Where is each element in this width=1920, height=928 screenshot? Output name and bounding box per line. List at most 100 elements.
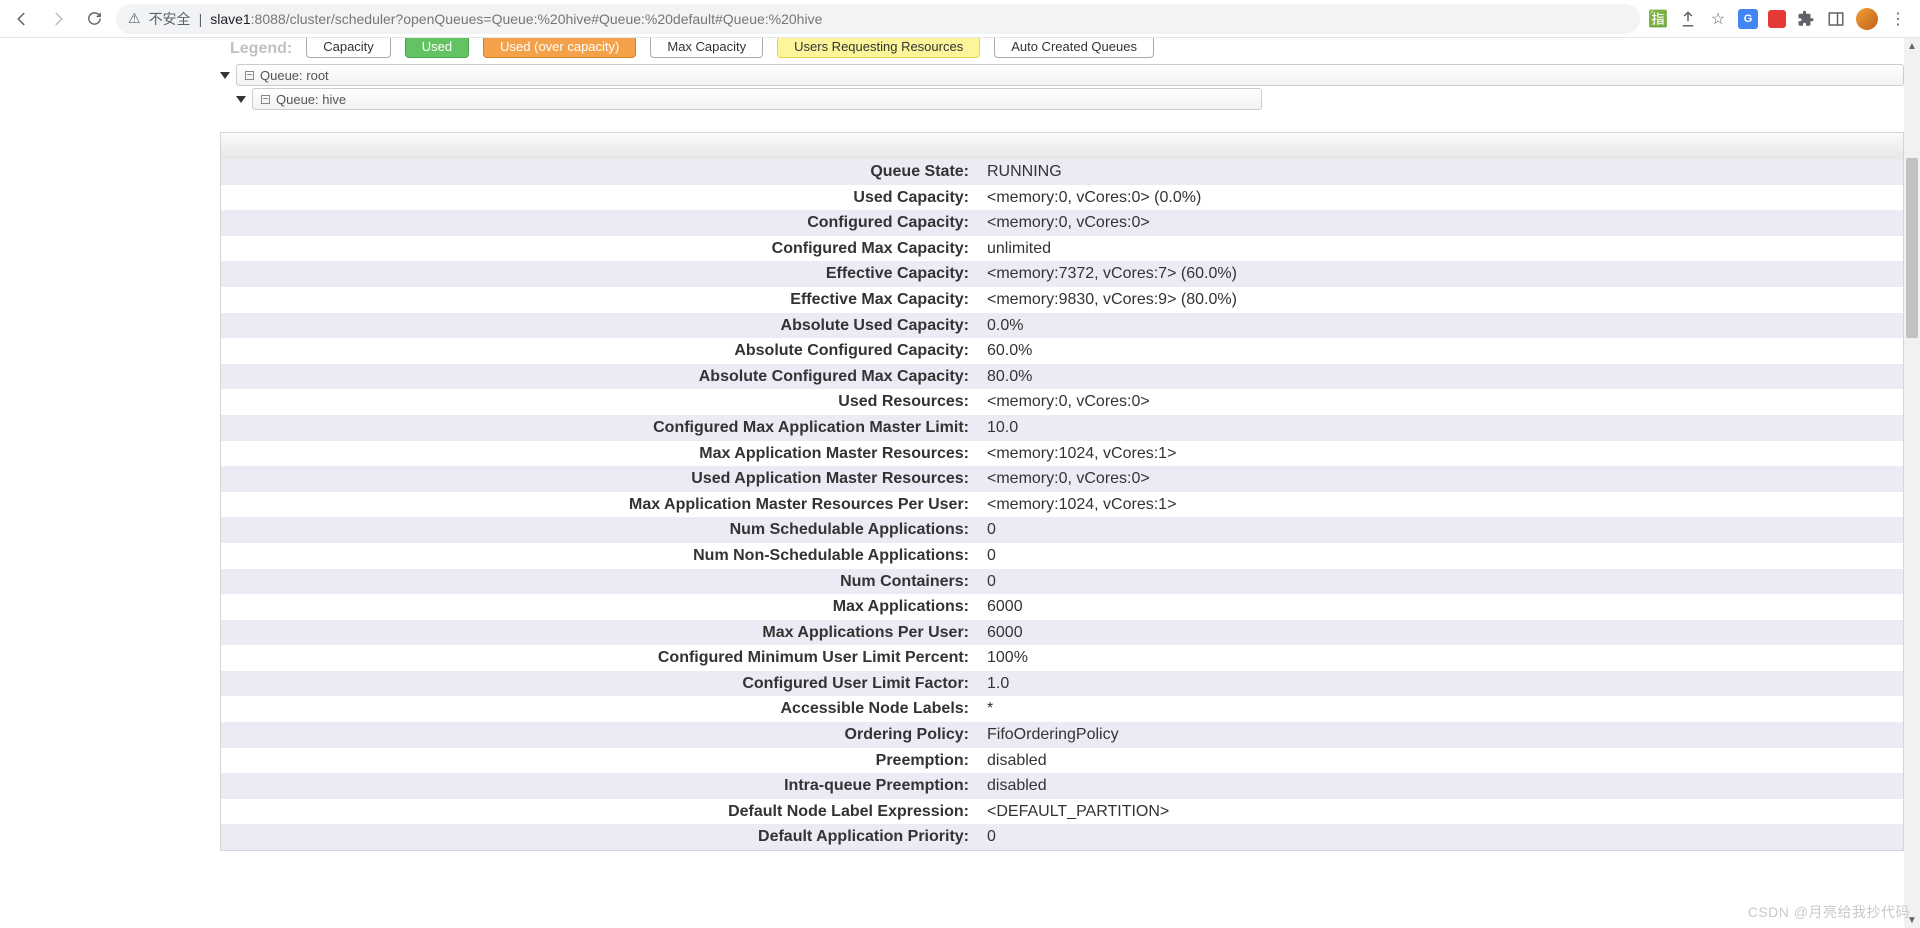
detail-key: Max Applications Per User: (221, 620, 981, 646)
queue-hive-toggle[interactable] (236, 96, 246, 103)
table-row: Intra-queue Preemption:disabled (221, 773, 1903, 799)
queue-hive-label: Queue: hive (276, 92, 346, 107)
insecure-icon: ⚠ (128, 10, 141, 27)
detail-value: 0 (981, 543, 1903, 569)
detail-key: Num Containers: (221, 569, 981, 595)
kebab-menu-icon[interactable]: ⋮ (1888, 9, 1908, 29)
url-text: slave1:8088/cluster/scheduler?openQueues… (210, 11, 822, 27)
toolbar-actions: 🈯 ☆ G ⋮ (1648, 8, 1912, 30)
detail-key: Max Applications: (221, 594, 981, 620)
detail-value: <memory:1024, vCores:1> (981, 441, 1903, 467)
page-viewport: Legend: Capacity Used Used (over capacit… (0, 38, 1920, 928)
detail-value: * (981, 696, 1903, 722)
share-icon[interactable] (1678, 9, 1698, 29)
translate-icon[interactable]: 🈯 (1648, 9, 1668, 29)
table-row: Max Application Master Resources Per Use… (221, 492, 1903, 518)
star-icon[interactable]: ☆ (1708, 9, 1728, 29)
detail-key: Queue State: (221, 159, 981, 185)
table-row: Default Application Priority:0 (221, 824, 1903, 850)
detail-value: 0 (981, 517, 1903, 543)
queue-root-label: Queue: root (260, 68, 329, 83)
detail-key: Default Application Priority: (221, 824, 981, 850)
detail-key: Configured Capacity: (221, 210, 981, 236)
collapse-icon: − (245, 71, 254, 80)
table-row: Effective Max Capacity:<memory:9830, vCo… (221, 287, 1903, 313)
queue-hive-bar[interactable]: − Queue: hive (252, 88, 1262, 110)
table-row: Num Containers:0 (221, 569, 1903, 595)
queue-root-toggle[interactable] (220, 72, 230, 79)
table-row: Configured Max Capacity:unlimited (221, 236, 1903, 262)
table-row: Configured Max Application Master Limit:… (221, 415, 1903, 441)
scroll-thumb[interactable] (1906, 158, 1918, 338)
table-row: Used Application Master Resources:<memor… (221, 466, 1903, 492)
table-row: Max Applications:6000 (221, 594, 1903, 620)
detail-value: FifoOrderingPolicy (981, 722, 1903, 748)
table-row: Configured Capacity:<memory:0, vCores:0> (221, 210, 1903, 236)
detail-key: Intra-queue Preemption: (221, 773, 981, 799)
scroll-down-icon[interactable]: ▼ (1904, 912, 1920, 928)
extensions-puzzle-icon[interactable] (1796, 9, 1816, 29)
detail-value: <memory:0, vCores:0> (981, 210, 1903, 236)
vertical-scrollbar[interactable]: ▲ ▼ (1904, 38, 1920, 928)
detail-value: <memory:0, vCores:0> (0.0%) (981, 185, 1903, 211)
extension-red-icon[interactable] (1768, 10, 1786, 28)
detail-value: <memory:0, vCores:0> (981, 389, 1903, 415)
detail-value: 60.0% (981, 338, 1903, 364)
detail-key: Default Node Label Expression: (221, 799, 981, 825)
detail-value: 6000 (981, 620, 1903, 646)
detail-key: Effective Capacity: (221, 261, 981, 287)
legend-label: Legend: (230, 40, 292, 58)
detail-value: 0.0% (981, 313, 1903, 339)
detail-key: Absolute Used Capacity: (221, 313, 981, 339)
side-panel-icon[interactable] (1826, 9, 1846, 29)
detail-key: Max Application Master Resources: (221, 441, 981, 467)
detail-value: 10.0 (981, 415, 1903, 441)
table-row: Used Resources:<memory:0, vCores:0> (221, 389, 1903, 415)
queue-details-header (221, 133, 1903, 159)
browser-toolbar: ⚠ 不安全 | slave1:8088/cluster/scheduler?op… (0, 0, 1920, 38)
detail-value: 100% (981, 645, 1903, 671)
collapse-icon: − (261, 95, 270, 104)
detail-value: 6000 (981, 594, 1903, 620)
reload-button[interactable] (80, 5, 108, 33)
detail-value: <memory:1024, vCores:1> (981, 492, 1903, 518)
detail-value: RUNNING (981, 159, 1903, 185)
detail-value: <memory:9830, vCores:9> (80.0%) (981, 287, 1903, 313)
table-row: Configured Minimum User Limit Percent:10… (221, 645, 1903, 671)
legend-row: Legend: Capacity Used Used (over capacit… (220, 38, 1904, 58)
queue-details-panel: Queue State:RUNNINGUsed Capacity:<memory… (220, 132, 1904, 851)
detail-key: Num Non-Schedulable Applications: (221, 543, 981, 569)
table-row: Max Applications Per User:6000 (221, 620, 1903, 646)
detail-key: Configured Minimum User Limit Percent: (221, 645, 981, 671)
detail-key: Preemption: (221, 748, 981, 774)
table-row: Num Schedulable Applications:0 (221, 517, 1903, 543)
queue-details-table: Queue State:RUNNINGUsed Capacity:<memory… (221, 159, 1903, 850)
detail-key: Absolute Configured Max Capacity: (221, 364, 981, 390)
security-label: 不安全 (149, 9, 191, 29)
detail-value: disabled (981, 773, 1903, 799)
table-row: Absolute Used Capacity:0.0% (221, 313, 1903, 339)
queue-root-bar[interactable]: − Queue: root (236, 64, 1904, 86)
detail-key: Accessible Node Labels: (221, 696, 981, 722)
extension-google-translate-icon[interactable]: G (1738, 9, 1758, 29)
forward-button[interactable] (44, 5, 72, 33)
scroll-up-icon[interactable]: ▲ (1904, 38, 1920, 54)
content: Legend: Capacity Used Used (over capacit… (220, 38, 1904, 851)
back-button[interactable] (8, 5, 36, 33)
address-bar[interactable]: ⚠ 不安全 | slave1:8088/cluster/scheduler?op… (116, 4, 1640, 34)
table-row: Absolute Configured Max Capacity:80.0% (221, 364, 1903, 390)
profile-avatar[interactable] (1856, 8, 1878, 30)
detail-key: Configured Max Capacity: (221, 236, 981, 262)
detail-value: <DEFAULT_PARTITION> (981, 799, 1903, 825)
detail-value: 80.0% (981, 364, 1903, 390)
table-row: Used Capacity:<memory:0, vCores:0> (0.0%… (221, 185, 1903, 211)
detail-key: Used Resources: (221, 389, 981, 415)
legend-used-over: Used (over capacity) (483, 38, 636, 58)
detail-value: <memory:0, vCores:0> (981, 466, 1903, 492)
detail-value: <memory:7372, vCores:7> (60.0%) (981, 261, 1903, 287)
legend-auto-created: Auto Created Queues (994, 38, 1154, 58)
legend-capacity: Capacity (306, 38, 391, 58)
detail-key: Configured Max Application Master Limit: (221, 415, 981, 441)
detail-value: 0 (981, 824, 1903, 850)
legend-used: Used (405, 38, 469, 58)
